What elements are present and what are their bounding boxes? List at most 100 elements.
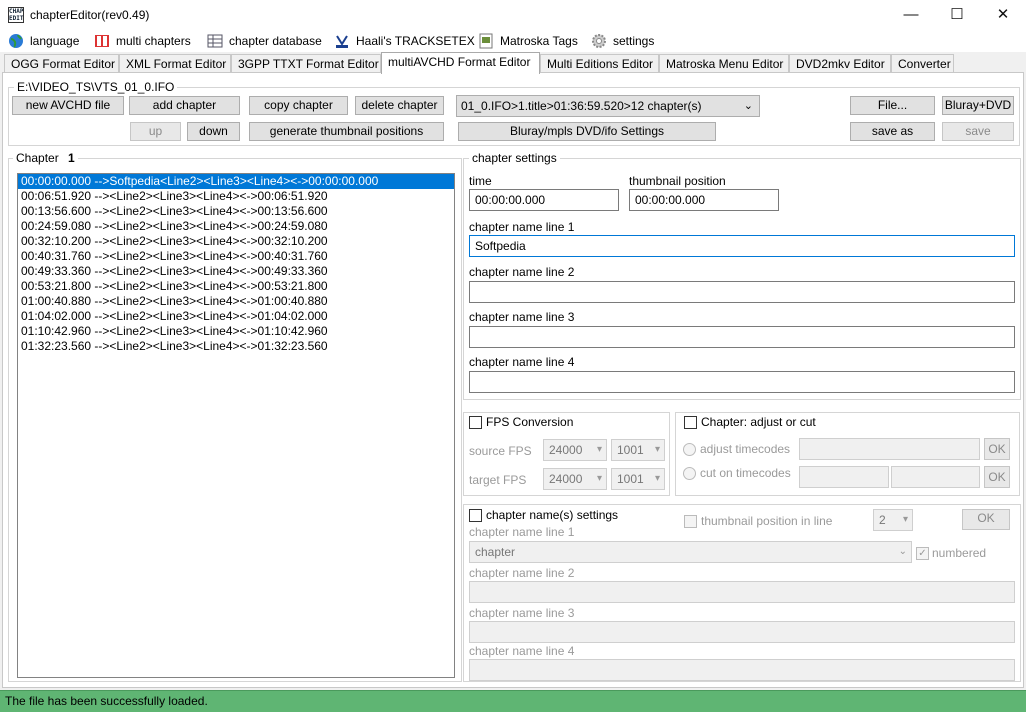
- list-item[interactable]: 00:00:00.000 -->Softpedia<Line2><Line3><…: [18, 174, 454, 189]
- names-line2-input[interactable]: [469, 581, 1015, 603]
- file-path: E:\VIDEO_TS\VTS_01_0.IFO: [14, 80, 178, 94]
- names-line3-label: chapter name line 3: [469, 606, 575, 620]
- list-item[interactable]: 01:10:42.960 --><Line2><Line3><Line4><->…: [18, 324, 454, 339]
- menu-multi-chapters[interactable]: multi chapters: [94, 32, 191, 50]
- target-fps-select[interactable]: 24000 ▾: [543, 468, 607, 490]
- numbered-option[interactable]: ✓ numbered: [916, 546, 986, 560]
- tab-converter[interactable]: Converter: [891, 54, 954, 73]
- list-item[interactable]: 00:53:21.800 --><Line2><Line3><Line4><->…: [18, 279, 454, 294]
- save-button[interactable]: save: [942, 122, 1014, 141]
- list-item[interactable]: 01:04:02.000 --><Line2><Line3><Line4><->…: [18, 309, 454, 324]
- list-item[interactable]: 00:49:33.360 --><Line2><Line3><Line4><->…: [18, 264, 454, 279]
- close-button[interactable]: ✕: [980, 0, 1026, 30]
- menu-matroska-tags[interactable]: Matroska Tags: [478, 32, 578, 50]
- menu-chapter-database-label: chapter database: [229, 34, 322, 48]
- chevron-down-icon: ⌄: [743, 100, 753, 112]
- fps-checkbox[interactable]: [469, 415, 482, 429]
- delete-chapter-button[interactable]: delete chapter: [355, 96, 444, 115]
- chapter-heading: Chapter 1: [13, 151, 78, 165]
- adjust-timecodes-input[interactable]: [799, 438, 980, 460]
- name-line1-label: chapter name line 1: [469, 220, 575, 234]
- list-item[interactable]: 00:13:56.600 --><Line2><Line3><Line4><->…: [18, 204, 454, 219]
- maximize-button[interactable]: ☐: [934, 0, 980, 30]
- name-line2-input[interactable]: [469, 281, 1015, 303]
- numbered-checkbox[interactable]: ✓: [916, 546, 929, 560]
- fps-title: FPS Conversion: [486, 415, 574, 429]
- chapter-list[interactable]: 00:00:00.000 -->Softpedia<Line2><Line3><…: [17, 173, 455, 678]
- source-select[interactable]: 01_0.IFO>1.title>01:36:59.520>12 chapter…: [456, 95, 760, 117]
- list-item[interactable]: 00:40:31.760 --><Line2><Line3><Line4><->…: [18, 249, 454, 264]
- status-bar: The file has been successfully loaded.: [0, 690, 1026, 712]
- thumb-in-line-option[interactable]: thumbnail position in line: [684, 514, 832, 528]
- cut-timecodes-option[interactable]: cut on timecodes: [683, 466, 791, 480]
- tab-xml[interactable]: XML Format Editor: [119, 54, 231, 73]
- save-as-button[interactable]: save as: [850, 122, 935, 141]
- minimize-button[interactable]: —: [888, 0, 934, 30]
- adjust-timecodes-option[interactable]: adjust timecodes: [683, 442, 790, 456]
- names-line4-label: chapter name line 4: [469, 644, 575, 658]
- menu-settings[interactable]: settings: [591, 32, 654, 50]
- source-fps-select[interactable]: 24000 ▾: [543, 439, 607, 461]
- up-button[interactable]: up: [130, 122, 181, 141]
- thumb-in-line-checkbox[interactable]: [684, 514, 697, 528]
- tab-ogg[interactable]: OGG Format Editor: [4, 54, 119, 73]
- list-item[interactable]: 01:32:23.560 --><Line2><Line3><Line4><->…: [18, 339, 454, 354]
- generate-thumbnails-button[interactable]: generate thumbnail positions: [249, 122, 444, 141]
- fps-toggle[interactable]: FPS Conversion: [469, 415, 577, 429]
- names-ok-button[interactable]: OK: [962, 509, 1010, 530]
- source-select-value: 01_0.IFO>1.title>01:36:59.520>12 chapter…: [461, 99, 702, 113]
- thumbnail-position-input[interactable]: 00:00:00.000: [629, 189, 779, 211]
- haali-icon: [336, 35, 348, 48]
- list-item[interactable]: 00:24:59.080 --><Line2><Line3><Line4><->…: [18, 219, 454, 234]
- copy-chapter-button[interactable]: copy chapter: [249, 96, 348, 115]
- source-fps-value: 24000: [549, 443, 583, 457]
- cut-start-input[interactable]: [799, 466, 889, 488]
- cut-ok-button[interactable]: OK: [984, 466, 1010, 488]
- thumb-line-select[interactable]: 2 ▾: [873, 509, 913, 531]
- chapter-number: 1: [68, 151, 75, 165]
- thumb-line-value: 2: [879, 513, 886, 527]
- menu-chapter-database[interactable]: chapter database: [207, 32, 322, 50]
- name-line4-input[interactable]: [469, 371, 1015, 393]
- down-button[interactable]: down: [187, 122, 240, 141]
- new-avchd-button[interactable]: new AVCHD file: [12, 96, 124, 115]
- name-line2-label: chapter name line 2: [469, 265, 575, 279]
- tab-3gpp[interactable]: 3GPP TTXT Format Editor: [231, 54, 381, 73]
- list-item[interactable]: 00:06:51.920 --><Line2><Line3><Line4><->…: [18, 189, 454, 204]
- adjust-ok-button[interactable]: OK: [984, 438, 1010, 460]
- cut-end-input[interactable]: [891, 466, 980, 488]
- names-line4-input[interactable]: [469, 659, 1015, 681]
- tab-multi-editions[interactable]: Multi Editions Editor: [540, 54, 659, 73]
- names-toggle[interactable]: chapter name(s) settings: [469, 508, 622, 522]
- names-line3-input[interactable]: [469, 621, 1015, 643]
- adjust-timecodes-label: adjust timecodes: [700, 442, 791, 456]
- menu-bar: language multi chapters chapter database…: [0, 30, 1026, 52]
- bluray-dvd-button[interactable]: Bluray+DVD: [942, 96, 1014, 115]
- name-line3-input[interactable]: [469, 326, 1015, 348]
- chapter-heading-label: Chapter: [16, 151, 59, 165]
- menu-language[interactable]: language: [8, 32, 79, 50]
- tag-sheet-icon: [479, 33, 493, 49]
- adjust-toggle[interactable]: Chapter: adjust or cut: [684, 415, 819, 429]
- tab-multiavchd[interactable]: multiAVCHD Format Editor: [381, 52, 540, 74]
- menu-tracksetex[interactable]: Haali's TRACKSETEX: [334, 32, 475, 50]
- target-fps-divisor[interactable]: 1001 ▾: [611, 468, 665, 490]
- adjust-checkbox[interactable]: [684, 415, 697, 429]
- name-line1-input[interactable]: Softpedia: [469, 235, 1015, 257]
- tab-dvd2mkv[interactable]: DVD2mkv Editor: [789, 54, 891, 73]
- tab-matroska-menu[interactable]: Matroska Menu Editor: [659, 54, 789, 73]
- names-line1-select[interactable]: chapter ⌄: [469, 541, 912, 563]
- add-chapter-button[interactable]: add chapter: [129, 96, 240, 115]
- target-fps-value: 24000: [549, 472, 583, 486]
- time-input[interactable]: 00:00:00.000: [469, 189, 619, 211]
- cut-radio[interactable]: [683, 466, 696, 480]
- source-fps-divisor[interactable]: 1001 ▾: [611, 439, 665, 461]
- bluray-settings-button[interactable]: Bluray/mpls DVD/ifo Settings: [458, 122, 716, 141]
- names-line1-value: chapter: [475, 545, 516, 559]
- list-item[interactable]: 00:32:10.200 --><Line2><Line3><Line4><->…: [18, 234, 454, 249]
- adjust-radio[interactable]: [683, 442, 696, 456]
- names-checkbox[interactable]: [469, 508, 482, 522]
- list-item[interactable]: 01:00:40.880 --><Line2><Line3><Line4><->…: [18, 294, 454, 309]
- chapter-settings-title: chapter settings: [469, 151, 560, 165]
- file-button[interactable]: File...: [850, 96, 935, 115]
